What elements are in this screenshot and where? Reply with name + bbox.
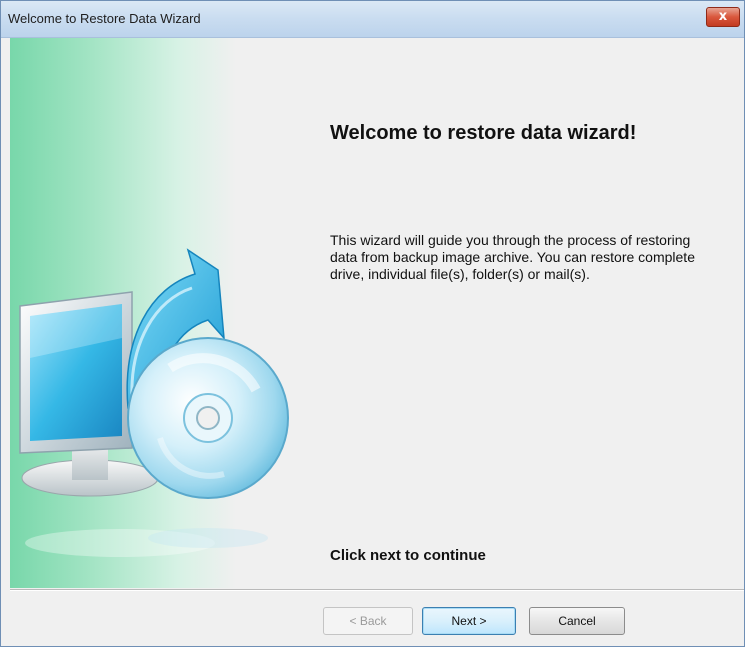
wizard-content: Welcome to restore data wizard! This wiz… (330, 38, 730, 588)
cancel-button[interactable]: Cancel (529, 607, 625, 635)
next-button[interactable]: Next > (422, 607, 516, 635)
window-title: Welcome to Restore Data Wizard (8, 11, 201, 26)
back-button[interactable]: < Back (323, 607, 413, 635)
wizard-description: This wizard will guide you through the p… (330, 232, 695, 282)
continue-hint: Click next to continue (330, 547, 486, 564)
wizard-side-panel (10, 38, 300, 588)
wizard-heading: Welcome to restore data wizard! (330, 122, 637, 144)
restore-disc-monitor-icon (19, 248, 289, 557)
footer-divider (10, 589, 744, 591)
close-icon: x (718, 9, 728, 24)
close-button[interactable]: x (706, 7, 740, 27)
title-bar[interactable]: Welcome to Restore Data Wizard x (1, 1, 744, 38)
wizard-window: Welcome to Restore Data Wizard x Welcome… (0, 0, 745, 647)
